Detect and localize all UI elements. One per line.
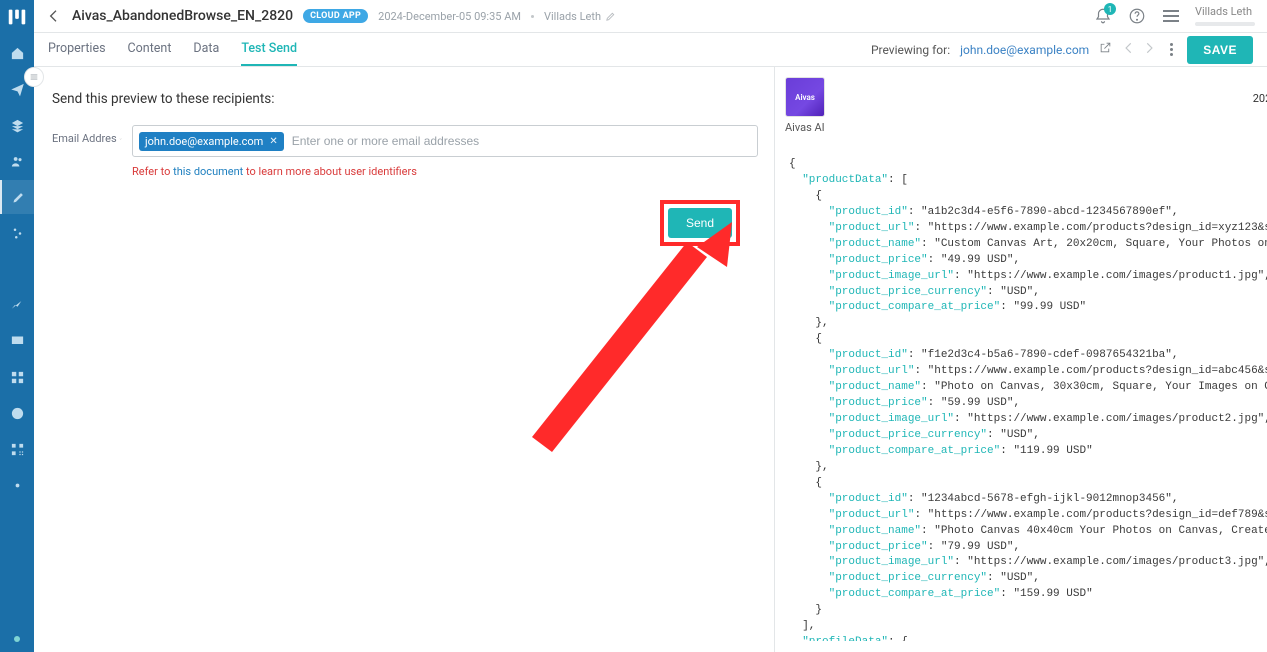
- recipient-row: Email Addres john.doe@example.com ✕: [52, 125, 758, 157]
- chevron-down-icon: [119, 134, 122, 144]
- preview-pager: [1122, 41, 1156, 59]
- nav-apps-icon[interactable]: [0, 360, 34, 394]
- cloud-app-badge: CLOUD APP: [303, 9, 368, 23]
- user-name: Villads Leth: [1195, 6, 1255, 18]
- preview-pane: Aivas Aivas AI Last rendered at: 2024-De…: [774, 67, 1267, 652]
- edit-icon: [605, 11, 616, 22]
- remove-chip-button[interactable]: ✕: [269, 136, 277, 147]
- notification-count-badge: 1: [1104, 3, 1116, 15]
- preview-header: Aivas Aivas AI Last rendered at: 2024-De…: [775, 67, 1267, 142]
- nav-sliders-icon[interactable]: [0, 216, 34, 250]
- subheader: Properties Content Data Test Send Previe…: [34, 33, 1267, 67]
- open-in-new-button[interactable]: [1099, 41, 1112, 58]
- json-preview[interactable]: { "productData": [ { "product_id": "a1b2…: [775, 153, 1267, 641]
- send-highlight-box: Send: [660, 200, 740, 246]
- email-field-label[interactable]: Email Addres: [52, 125, 122, 145]
- last-rendered-label: Last rendered at:: [1253, 77, 1267, 90]
- nav-presentation-icon[interactable]: [0, 324, 34, 358]
- hint-prefix: Refer to: [132, 165, 173, 178]
- brand-name: Aivas AI: [785, 121, 825, 134]
- section-title: Send this preview to these recipients:: [52, 91, 758, 107]
- hint-suffix: to learn more about user identifiers: [243, 165, 417, 178]
- tab-data[interactable]: Data: [193, 33, 219, 66]
- hint-link[interactable]: this document: [173, 165, 243, 178]
- email-chip[interactable]: john.doe@example.com ✕: [139, 132, 284, 151]
- brand-logo-square: Aivas: [785, 77, 825, 117]
- nav-edit-icon[interactable]: [0, 180, 34, 214]
- menu-button[interactable]: [1161, 6, 1181, 26]
- save-button[interactable]: SAVE: [1187, 36, 1253, 64]
- nav-audience-icon[interactable]: [0, 144, 34, 178]
- nav-status-dot: [14, 636, 20, 642]
- more-actions-button[interactable]: [1166, 39, 1177, 60]
- user-menu[interactable]: Villads Leth: [1195, 6, 1255, 25]
- previewing-for-email[interactable]: john.doe@example.com: [960, 43, 1089, 57]
- tabs: Properties Content Data Test Send: [48, 33, 297, 66]
- email-input-box[interactable]: john.doe@example.com ✕: [132, 125, 758, 157]
- annotation-arrow: [532, 222, 732, 472]
- last-rendered-ts: 2024-December-10 11:18 AM: [1253, 92, 1267, 105]
- brand-logo-icon[interactable]: [6, 6, 28, 28]
- back-button[interactable]: [46, 8, 62, 24]
- collapse-sidenav-toggle[interactable]: [24, 67, 44, 87]
- nav-qr-icon[interactable]: [0, 432, 34, 466]
- preview-prev-button[interactable]: [1122, 41, 1136, 59]
- topbar: Aivas_AbandonedBrowse_EN_2820 CLOUD APP …: [34, 0, 1267, 33]
- help-button[interactable]: [1127, 6, 1147, 26]
- hint-text: Refer to this document to learn more abo…: [132, 165, 758, 178]
- nav-settings-icon[interactable]: [0, 468, 34, 502]
- nav-globe-icon[interactable]: [0, 396, 34, 430]
- left-sidenav: [0, 0, 34, 652]
- header-editor-name: Villads Leth: [544, 10, 601, 23]
- nav-home-icon[interactable]: [0, 36, 34, 70]
- page-title: Aivas_AbandonedBrowse_EN_2820: [72, 8, 293, 24]
- preview-brand: Aivas Aivas AI: [785, 77, 825, 134]
- email-input[interactable]: [290, 133, 751, 149]
- header-timestamp: 2024-December-05 09:35 AM: [378, 10, 521, 23]
- header-editor: Villads Leth: [544, 10, 616, 23]
- nav-layers-icon[interactable]: [0, 108, 34, 142]
- nav-analytics-icon[interactable]: [0, 288, 34, 322]
- render-meta: Last rendered at: 2024-December-10 11:18…: [1253, 77, 1267, 105]
- main: Send this preview to these recipients: E…: [34, 67, 1267, 652]
- preview-next-button[interactable]: [1142, 41, 1156, 59]
- email-chip-text: john.doe@example.com: [145, 135, 263, 148]
- tab-properties[interactable]: Properties: [48, 33, 106, 66]
- tab-test-send[interactable]: Test Send: [241, 33, 297, 66]
- send-button[interactable]: Send: [668, 208, 732, 238]
- tab-content[interactable]: Content: [128, 33, 172, 66]
- notifications-button[interactable]: 1: [1093, 6, 1113, 26]
- test-send-pane: Send this preview to these recipients: E…: [34, 67, 774, 652]
- nav-magic-icon[interactable]: [0, 252, 34, 286]
- previewing-for-label: Previewing for:: [871, 43, 950, 57]
- meta-separator: [531, 15, 534, 18]
